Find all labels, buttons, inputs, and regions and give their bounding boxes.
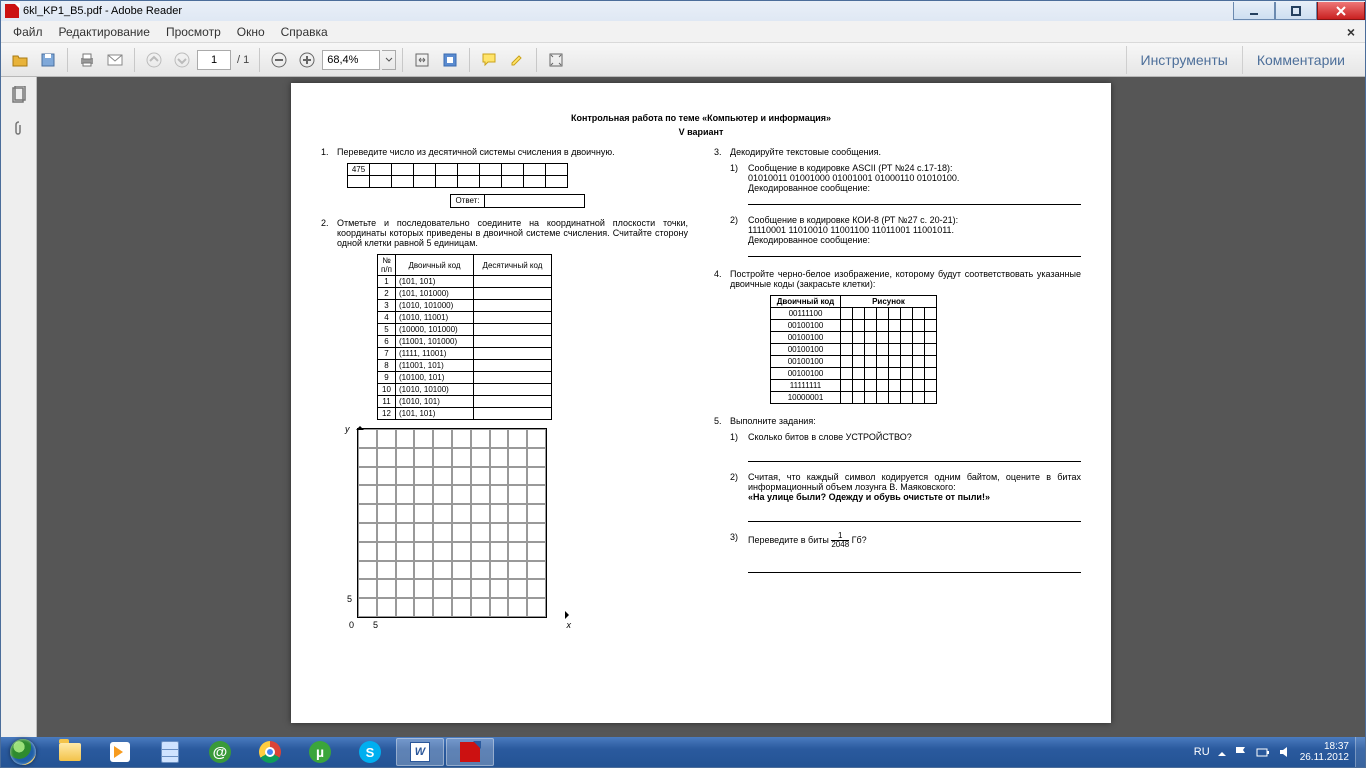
q1-text: Переведите число из десятичной системы с… xyxy=(337,147,688,157)
taskbar-reader[interactable] xyxy=(446,738,494,766)
menu-help[interactable]: Справка xyxy=(273,25,336,39)
chrome-icon xyxy=(259,741,281,763)
page-number-input[interactable] xyxy=(197,50,231,70)
show-desktop-button[interactable] xyxy=(1355,737,1365,767)
volume-icon[interactable] xyxy=(1278,745,1292,759)
minimize-button[interactable] xyxy=(1233,2,1275,20)
window-titlebar: 6kl_KP1_B5.pdf - Adobe Reader xyxy=(1,1,1365,21)
page-total-label: / 1 xyxy=(237,54,249,66)
q3-number: 3. xyxy=(714,147,730,157)
q2-text: Отметьте и последовательно соедините на … xyxy=(337,218,688,248)
toolbar-separator xyxy=(402,48,403,72)
comments-panel-tab[interactable]: Комментарии xyxy=(1242,46,1359,74)
utorrent-icon: µ xyxy=(309,741,331,763)
toolbar-separator xyxy=(259,48,260,72)
email-button[interactable] xyxy=(102,47,128,73)
save-button[interactable] xyxy=(35,47,61,73)
q4-table: Двоичный кодРисунок 00111100001001000010… xyxy=(770,295,937,404)
q2-number: 2. xyxy=(321,218,337,248)
q2-grid: y 5 0 5 x xyxy=(357,428,567,618)
word-icon: W xyxy=(410,742,430,762)
q1-table: 475 xyxy=(347,163,568,188)
toolbar-separator xyxy=(134,48,135,72)
window-title: 6kl_KP1_B5.pdf - Adobe Reader xyxy=(23,5,182,17)
toolbar-separator xyxy=(67,48,68,72)
taskbar-wmp[interactable] xyxy=(96,738,144,766)
taskbar-mailagent[interactable]: @ xyxy=(196,738,244,766)
zoom-input[interactable] xyxy=(322,50,380,70)
start-button[interactable] xyxy=(1,737,45,767)
media-player-icon xyxy=(110,742,130,762)
q1-answer-box xyxy=(485,194,585,208)
fit-page-button[interactable] xyxy=(437,47,463,73)
language-indicator[interactable]: RU xyxy=(1194,746,1210,758)
q5-number: 5. xyxy=(714,416,730,426)
doc-title: Контрольная работа по теме «Компьютер и … xyxy=(321,113,1081,123)
toolbar-separator xyxy=(469,48,470,72)
system-tray: RU 18:37 26.11.2012 xyxy=(1194,741,1355,763)
taskbar-chrome[interactable] xyxy=(246,738,294,766)
read-mode-button[interactable] xyxy=(543,47,569,73)
calculator-icon xyxy=(161,741,179,763)
tools-panel-tab[interactable]: Инструменты xyxy=(1126,46,1242,74)
adobe-reader-icon xyxy=(460,742,480,762)
menu-edit[interactable]: Редактирование xyxy=(51,25,158,39)
navigation-pane xyxy=(1,77,37,737)
taskbar-skype[interactable]: S xyxy=(346,738,394,766)
taskbar-calc[interactable] xyxy=(146,738,194,766)
clock[interactable]: 18:37 26.11.2012 xyxy=(1300,741,1349,763)
folder-icon xyxy=(59,743,81,761)
document-viewport[interactable]: Контрольная работа по теме «Компьютер и … xyxy=(37,77,1365,737)
taskbar-utorrent[interactable]: µ xyxy=(296,738,344,766)
q1-answer-label: Ответ: xyxy=(450,194,484,208)
zoom-out-button[interactable] xyxy=(266,47,292,73)
zoom-in-button[interactable] xyxy=(294,47,320,73)
menubar: Файл Редактирование Просмотр Окно Справк… xyxy=(1,21,1365,43)
zoom-dropdown-button[interactable] xyxy=(382,50,396,70)
pdf-page: Контрольная работа по теме «Компьютер и … xyxy=(291,83,1111,723)
page-up-button[interactable] xyxy=(141,47,167,73)
q4-number: 4. xyxy=(714,269,730,289)
close-button[interactable] xyxy=(1317,2,1365,20)
page-down-button[interactable] xyxy=(169,47,195,73)
q4-text: Постройте черно-белое изображение, котор… xyxy=(730,269,1081,289)
pdf-icon xyxy=(5,4,19,18)
open-file-button[interactable] xyxy=(7,47,33,73)
taskbar: @ µ S W RU 18:37 26.11.2012 xyxy=(1,737,1365,767)
tray-expand-icon[interactable] xyxy=(1218,748,1226,756)
menu-window[interactable]: Окно xyxy=(229,25,273,39)
q5-text: Выполните задания: xyxy=(730,416,1081,426)
menu-view[interactable]: Просмотр xyxy=(158,25,229,39)
flag-icon[interactable] xyxy=(1234,745,1248,759)
comment-button[interactable] xyxy=(476,47,502,73)
q3-text: Декодируйте текстовые сообщения. xyxy=(730,147,1081,157)
doc-close-button[interactable]: × xyxy=(1341,24,1361,40)
fit-width-button[interactable] xyxy=(409,47,435,73)
maximize-button[interactable] xyxy=(1275,2,1317,20)
windows-orb-icon xyxy=(10,739,36,765)
taskbar-explorer[interactable] xyxy=(46,738,94,766)
q1-number: 1. xyxy=(321,147,337,157)
taskbar-word[interactable]: W xyxy=(396,738,444,766)
print-button[interactable] xyxy=(74,47,100,73)
thumbnails-icon[interactable] xyxy=(7,83,31,107)
q2-table: № п/пДвоичный кодДесятичный код 1(101, 1… xyxy=(377,254,552,420)
attachments-icon[interactable] xyxy=(7,117,31,141)
toolbar: / 1 Инструменты Комментарии xyxy=(1,43,1365,77)
mail-agent-icon: @ xyxy=(209,741,231,763)
toolbar-separator xyxy=(536,48,537,72)
doc-subtitle: V вариант xyxy=(321,127,1081,137)
menu-file[interactable]: Файл xyxy=(5,25,51,39)
network-icon[interactable] xyxy=(1256,745,1270,759)
highlight-button[interactable] xyxy=(504,47,530,73)
skype-icon: S xyxy=(359,741,381,763)
